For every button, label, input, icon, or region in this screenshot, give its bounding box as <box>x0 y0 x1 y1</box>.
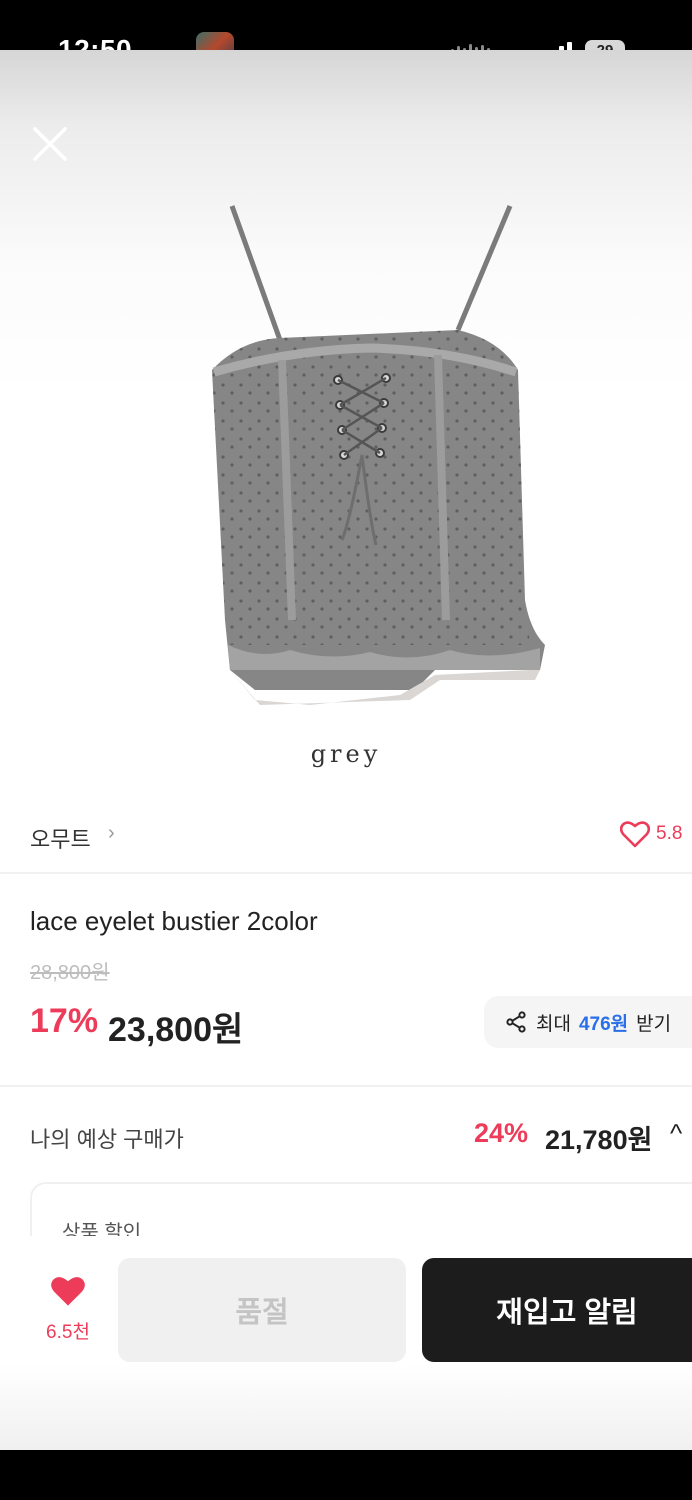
share-amount: 476원 <box>578 1013 629 1035</box>
close-icon[interactable] <box>28 122 72 166</box>
product-image-area: grey <box>0 50 692 810</box>
expected-discount-rate: 24% <box>474 1118 529 1148</box>
heart-outline-icon <box>620 821 650 848</box>
wishlist-count: 6.5천 <box>46 1322 90 1343</box>
share-suffix: 받기 <box>636 1013 672 1035</box>
share-icon <box>506 1011 526 1033</box>
product-image[interactable] <box>200 200 560 710</box>
chevron-up-icon[interactable]: ^ <box>670 1118 682 1149</box>
color-caption: grey <box>310 740 382 768</box>
share-reward-button[interactable]: 최대 476원 받기 <box>484 996 692 1048</box>
discount-rate: 17% <box>30 1002 99 1040</box>
store-name[interactable]: 오무트 <box>30 822 91 854</box>
product-sheet: grey 오무트 › 5.8 lace eyelet bustier 2colo… <box>0 50 692 1450</box>
divider <box>0 872 692 874</box>
original-price: 28,800원 <box>30 962 110 984</box>
soldout-button: 품절 <box>118 1258 406 1362</box>
sale-price: 23,800원 <box>108 1011 244 1049</box>
restock-alert-button[interactable]: 재입고 알림 <box>422 1258 692 1362</box>
phone-screen: 12:50 29 <box>0 0 692 1500</box>
bottom-action-bar: 6.5천 품절 재입고 알림 <box>0 1236 692 1450</box>
expected-price-label: 나의 예상 구매가 <box>30 1127 184 1152</box>
heart-filled-icon <box>51 1277 85 1306</box>
expected-price: 21,780원 <box>545 1125 653 1155</box>
store-like[interactable]: 5.8 <box>620 820 682 848</box>
share-prefix: 최대 <box>536 1013 571 1035</box>
store-row[interactable]: 오무트 › 5.8 <box>0 810 692 872</box>
product-title: lace eyelet bustier 2color <box>30 906 318 936</box>
store-like-count: 5.8 <box>656 823 683 844</box>
chevron-right-icon: › <box>108 822 115 844</box>
wishlist-button[interactable]: 6.5천 <box>40 1274 96 1344</box>
divider <box>0 1085 692 1087</box>
